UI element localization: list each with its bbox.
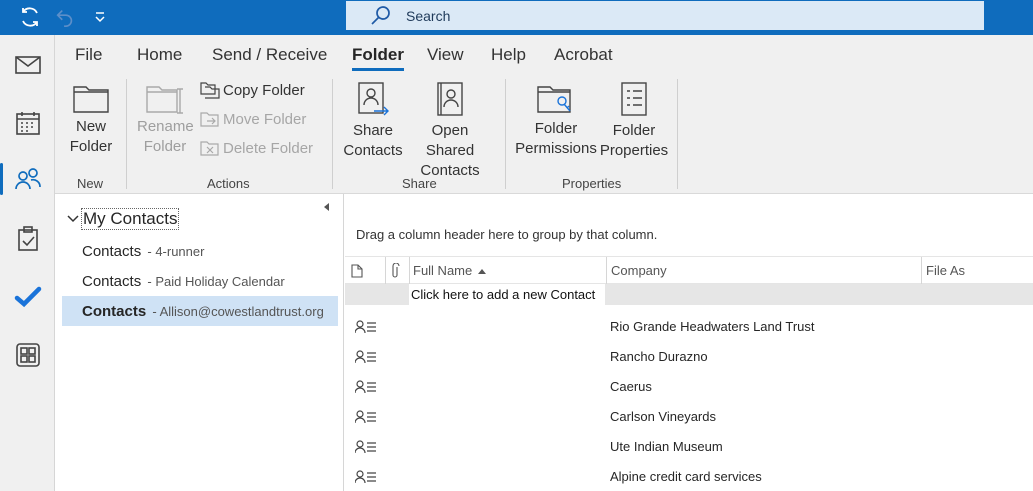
ribbon-tabs: File Home Send / Receive Folder View Hel… [55, 35, 1033, 73]
outlook-window: Search File Home Send / Receive Folder V… [0, 0, 1033, 491]
table-row[interactable]: Ute Indian Museum [345, 432, 1033, 462]
table-row[interactable]: Caerus [345, 372, 1033, 402]
sync-icon[interactable] [16, 3, 44, 31]
copy-folder-button[interactable]: Copy Folder [200, 81, 305, 99]
people-icon[interactable] [0, 157, 55, 201]
copy-folder-icon [200, 82, 220, 99]
search-box[interactable]: Search [346, 1, 984, 30]
folder-item-contacts-paid-holiday[interactable]: Contacts - Paid Holiday Calendar [62, 266, 338, 296]
group-separator [505, 79, 506, 189]
folder-properties-button[interactable]: Folder Properties [599, 81, 669, 161]
app-rail [0, 35, 55, 491]
calendar-icon[interactable] [0, 101, 55, 145]
table-row[interactable]: Alpine credit card services [345, 462, 1033, 491]
company-cell: Rio Grande Headwaters Land Trust [610, 319, 815, 334]
contact-card-icon [354, 349, 377, 368]
my-contacts-group[interactable]: My Contacts [65, 208, 180, 230]
table-row[interactable]: Carlson Vineyards [345, 402, 1033, 432]
collapse-pane-icon[interactable] [320, 200, 334, 214]
table-row[interactable]: Rio Grande Headwaters Land Trust [345, 312, 1033, 342]
column-header-row: Full Name Company File As [345, 256, 1033, 284]
column-file-as-header[interactable]: File As [921, 257, 1033, 284]
paperclip-icon [392, 262, 400, 278]
tab-file[interactable]: File [75, 45, 102, 65]
tab-acrobat[interactable]: Acrobat [554, 45, 613, 65]
folder-permissions-button[interactable]: Folder Permissions [515, 81, 597, 159]
rename-folder-icon [146, 86, 183, 114]
company-cell: Alpine credit card services [610, 469, 762, 484]
search-placeholder: Search [406, 7, 451, 24]
folder-permissions-icon [537, 86, 571, 113]
contact-card-icon [354, 469, 377, 488]
my-contacts-label: My Contacts [81, 208, 180, 230]
company-cell: Carlson Vineyards [610, 409, 716, 424]
contact-card-icon [354, 319, 377, 338]
tab-send-receive[interactable]: Send / Receive [212, 45, 327, 65]
open-shared-contacts-icon [437, 82, 463, 116]
share-contacts-button[interactable]: Share Contacts [342, 81, 404, 161]
sort-ascending-icon [478, 268, 487, 274]
mail-icon[interactable] [0, 43, 55, 87]
group-separator [126, 79, 127, 189]
move-folder-button[interactable]: Move Folder [200, 110, 306, 128]
company-cell: Rancho Durazno [610, 349, 708, 364]
ribbon: New Folder New Rename Folder Copy Folder… [55, 73, 1033, 194]
todo-check-icon[interactable] [0, 275, 55, 319]
group-label-properties: Properties [562, 176, 622, 191]
contact-list-pane: Drag a column header here to group by th… [345, 194, 1033, 491]
group-label-share: Share [402, 176, 437, 191]
table-row[interactable]: Rancho Durazno [345, 342, 1033, 372]
folder-properties-icon [621, 82, 647, 116]
column-company-header[interactable]: Company [606, 257, 921, 284]
title-bar: Search [0, 0, 1033, 35]
delete-folder-icon [200, 141, 219, 156]
document-icon [351, 263, 363, 278]
delete-folder-button[interactable]: Delete Folder [200, 139, 313, 157]
customize-quick-access-icon[interactable] [86, 3, 114, 31]
contact-card-icon [354, 409, 377, 428]
new-folder-icon [73, 86, 109, 113]
undo-icon[interactable] [51, 3, 79, 31]
tab-view[interactable]: View [427, 45, 464, 65]
open-shared-contacts-button[interactable]: Open Shared Contacts [406, 81, 494, 181]
column-attachment-header[interactable] [385, 257, 409, 284]
column-icon-header[interactable] [351, 257, 379, 284]
tab-home[interactable]: Home [137, 45, 182, 65]
tasks-icon[interactable] [0, 217, 55, 261]
company-cell: Caerus [610, 379, 652, 394]
group-by-hint: Drag a column header here to group by th… [356, 227, 658, 242]
group-separator [332, 79, 333, 189]
column-full-name-header[interactable]: Full Name [409, 257, 606, 284]
search-icon [371, 5, 390, 25]
group-label-new: New [77, 176, 104, 191]
group-separator [677, 79, 678, 189]
folder-pane: My Contacts Contacts - 4-runner Contacts… [55, 194, 344, 491]
share-contacts-icon [358, 82, 389, 116]
apps-icon[interactable] [0, 333, 55, 377]
tab-folder[interactable]: Folder [352, 45, 404, 71]
add-new-contact-row[interactable]: Click here to add a new Contact [345, 284, 1033, 305]
move-folder-icon [200, 112, 219, 127]
tab-help[interactable]: Help [491, 45, 526, 65]
folder-item-contacts-allison[interactable]: Contacts - Allison@cowestlandtrust.org [62, 296, 338, 326]
add-new-contact-field[interactable]: Click here to add a new Contact [409, 284, 605, 305]
group-label-actions: Actions [207, 176, 250, 191]
contact-card-icon [354, 439, 377, 458]
new-folder-button[interactable]: New Folder [67, 81, 115, 157]
folder-item-contacts-4-runner[interactable]: Contacts - 4-runner [62, 236, 338, 266]
contact-card-icon [354, 379, 377, 398]
chevron-down-icon [67, 215, 79, 223]
rename-folder-button[interactable]: Rename Folder [137, 81, 194, 157]
company-cell: Ute Indian Museum [610, 439, 723, 454]
